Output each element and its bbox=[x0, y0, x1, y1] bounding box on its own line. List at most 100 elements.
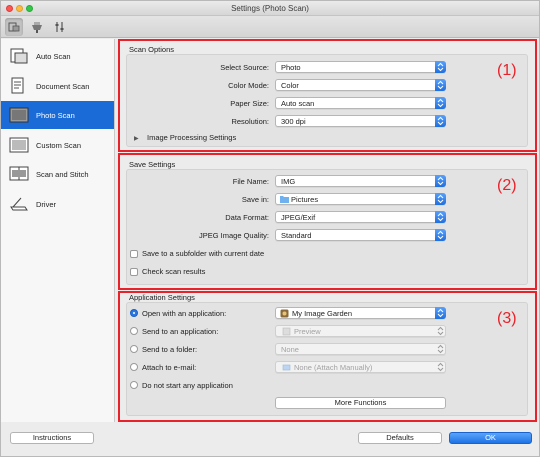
updown-arrows-icon bbox=[435, 115, 446, 127]
scan-from-panel-icon bbox=[32, 22, 42, 33]
scan-from-computer-icon bbox=[8, 22, 20, 32]
open-with-application-popup[interactable]: My Image Garden bbox=[275, 307, 446, 319]
data-format-label: Data Format: bbox=[225, 213, 269, 222]
title-bar: Settings (Photo Scan) bbox=[1, 1, 539, 16]
updown-arrows-icon bbox=[435, 361, 446, 373]
select-source-value: Photo bbox=[281, 63, 301, 72]
open-with-application-label: Open with an application: bbox=[142, 309, 227, 318]
section-marker-3: (3) bbox=[497, 310, 517, 327]
more-functions-button[interactable]: More Functions bbox=[275, 397, 446, 409]
paper-size-popup[interactable]: Auto scan bbox=[275, 97, 446, 109]
folder-icon bbox=[280, 195, 289, 205]
attach-to-email-radio[interactable] bbox=[130, 363, 138, 371]
general-settings-icon bbox=[55, 22, 64, 32]
sidebar-item-label: Driver bbox=[36, 200, 56, 209]
updown-arrows-icon bbox=[435, 193, 446, 205]
resolution-value: 300 dpi bbox=[281, 117, 306, 126]
send-to-folder-popup[interactable]: None bbox=[275, 343, 446, 355]
section-marker-2: (2) bbox=[497, 177, 517, 194]
sidebar-item-label: Scan and Stitch bbox=[36, 170, 89, 179]
do-not-start-application-radio[interactable] bbox=[130, 381, 138, 389]
resolution-popup[interactable]: 300 dpi bbox=[275, 115, 446, 127]
open-with-application-radio[interactable] bbox=[130, 309, 138, 317]
application-settings-title: Application Settings bbox=[129, 293, 195, 302]
updown-arrows-icon bbox=[435, 211, 446, 223]
attach-to-email-popup[interactable]: None (Attach Manually) bbox=[275, 361, 446, 373]
updown-arrows-icon bbox=[435, 97, 446, 109]
jpeg-quality-popup[interactable]: Standard bbox=[275, 229, 446, 241]
send-to-application-label: Send to an application: bbox=[142, 327, 219, 336]
sidebar-item-label: Custom Scan bbox=[36, 141, 82, 150]
scan-options-title: Scan Options bbox=[129, 45, 175, 54]
save-in-popup[interactable]: Pictures bbox=[275, 193, 446, 205]
my-image-garden-icon bbox=[280, 309, 289, 320]
file-name-value: IMG bbox=[281, 177, 296, 186]
check-scan-results-checkbox[interactable] bbox=[130, 268, 138, 276]
general-settings-tab[interactable] bbox=[51, 18, 69, 36]
sidebar-item-label: Auto Scan bbox=[36, 52, 71, 61]
updown-arrows-icon bbox=[435, 229, 446, 241]
save-settings-title: Save Settings bbox=[129, 160, 176, 169]
send-to-application-value: Preview bbox=[294, 327, 321, 336]
section-marker-1: (1) bbox=[497, 62, 517, 79]
sidebar-item-custom-scan[interactable]: Custom Scan bbox=[1, 131, 114, 159]
scan-from-computer-tab[interactable] bbox=[5, 18, 23, 36]
document-scan-icon bbox=[11, 77, 24, 94]
file-name-combo[interactable]: IMG bbox=[275, 175, 446, 187]
window-title: Settings (Photo Scan) bbox=[231, 4, 309, 13]
image-processing-settings-toggle[interactable]: Image Processing Settings bbox=[147, 133, 236, 142]
sidebar-item-photo-scan[interactable]: Photo Scan bbox=[1, 101, 114, 129]
color-mode-label: Color Mode: bbox=[228, 81, 269, 90]
sidebar-item-driver[interactable]: Driver bbox=[1, 190, 114, 218]
file-name-label: File Name: bbox=[232, 177, 269, 186]
sidebar-item-auto-scan[interactable]: Auto Scan bbox=[1, 42, 114, 70]
updown-arrows-icon bbox=[435, 325, 446, 337]
sidebar-item-label: Photo Scan bbox=[36, 111, 75, 120]
ok-button[interactable]: OK bbox=[449, 432, 532, 444]
driver-icon bbox=[10, 197, 28, 211]
custom-scan-icon bbox=[9, 137, 29, 153]
color-mode-value: Color bbox=[281, 81, 299, 90]
attach-to-email-value: None (Attach Manually) bbox=[294, 363, 373, 372]
updown-arrows-icon bbox=[435, 343, 446, 355]
color-mode-popup[interactable]: Color bbox=[275, 79, 446, 91]
mail-app-icon bbox=[282, 363, 291, 374]
select-source-label: Select Source: bbox=[220, 63, 269, 72]
auto-scan-icon bbox=[10, 48, 28, 64]
open-with-application-value: My Image Garden bbox=[292, 309, 353, 318]
jpeg-quality-label: JPEG Image Quality: bbox=[198, 231, 269, 240]
preview-app-icon bbox=[282, 327, 291, 338]
updown-arrows-icon bbox=[435, 79, 446, 91]
disclosure-triangle-icon[interactable]: ▶ bbox=[134, 135, 139, 142]
send-to-application-radio[interactable] bbox=[130, 327, 138, 335]
scan-and-stitch-icon bbox=[9, 166, 29, 181]
subfolder-checkbox-label: Save to a subfolder with current date bbox=[142, 249, 265, 258]
sidebar-item-scan-and-stitch[interactable]: Scan and Stitch bbox=[1, 160, 114, 188]
do-not-start-application-label: Do not start any application bbox=[142, 381, 233, 390]
toolbar bbox=[1, 16, 539, 38]
send-to-application-popup[interactable]: Preview bbox=[275, 325, 446, 337]
select-source-popup[interactable]: Photo bbox=[275, 61, 446, 73]
updown-arrows-icon bbox=[435, 175, 446, 187]
send-to-folder-radio[interactable] bbox=[130, 345, 138, 353]
paper-size-label: Paper Size: bbox=[230, 99, 269, 108]
settings-content: Scan Options (1) Select Source: Photo Co… bbox=[116, 39, 539, 422]
sidebar-item-document-scan[interactable]: Document Scan bbox=[1, 72, 114, 100]
save-in-value: Pictures bbox=[291, 195, 319, 204]
updown-arrows-icon bbox=[435, 61, 446, 73]
data-format-value: JPEG/Exif bbox=[281, 213, 316, 222]
settings-window: Settings (Photo Scan) Auto Scan Document… bbox=[0, 0, 540, 457]
instructions-button[interactable]: Instructions bbox=[10, 432, 94, 444]
updown-arrows-icon bbox=[435, 307, 446, 319]
send-to-folder-label: Send to a folder: bbox=[142, 345, 198, 354]
sidebar: Auto Scan Document Scan Photo Scan Custo… bbox=[1, 39, 115, 422]
defaults-button[interactable]: Defaults bbox=[358, 432, 442, 444]
attach-to-email-label: Attach to e-mail: bbox=[142, 363, 197, 372]
jpeg-quality-value: Standard bbox=[281, 231, 312, 240]
subfolder-checkbox[interactable] bbox=[130, 250, 138, 258]
resolution-label: Resolution: bbox=[231, 117, 269, 126]
scan-from-operation-panel-tab[interactable] bbox=[28, 18, 46, 36]
save-in-label: Save in: bbox=[241, 195, 269, 204]
sidebar-item-label: Document Scan bbox=[36, 82, 90, 91]
data-format-popup[interactable]: JPEG/Exif bbox=[275, 211, 446, 223]
